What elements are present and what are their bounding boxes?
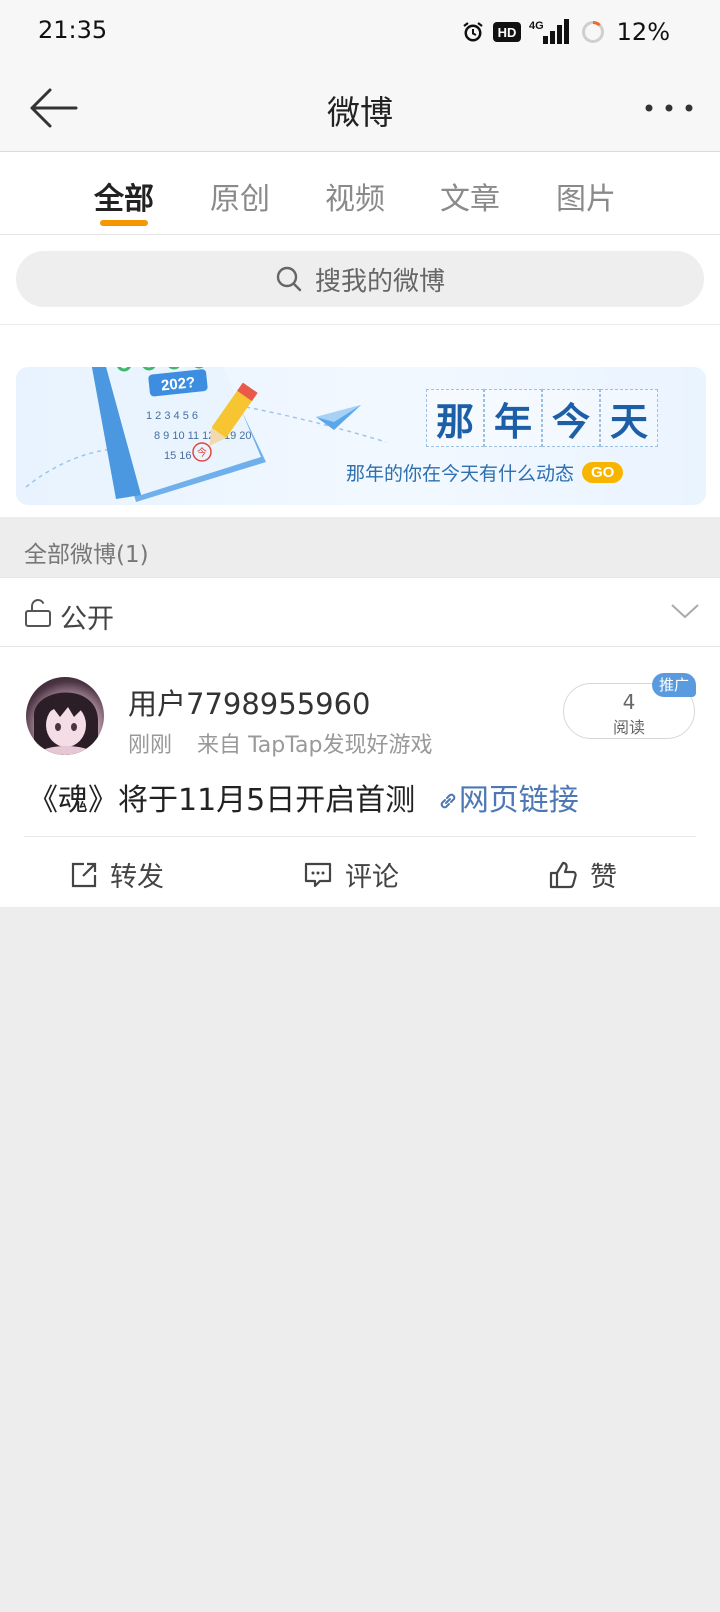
unlock-icon (25, 599, 51, 627)
svg-text:今: 今 (197, 446, 207, 459)
like-label: 赞 (590, 862, 617, 893)
search-input[interactable]: 搜我的微博 (16, 251, 704, 307)
like-button[interactable]: 赞 (548, 855, 617, 894)
svg-text:HD: HD (497, 25, 516, 40)
post-text: 《魂》将于11月5日开启首测 网页链接 (28, 775, 579, 819)
more-button[interactable] (644, 100, 694, 116)
link-icon (440, 793, 456, 809)
go-button[interactable]: GO (582, 462, 624, 483)
tab-image[interactable]: 图片 (536, 174, 636, 218)
tab-all[interactable]: 全部 (74, 174, 174, 218)
banner-section: 202? 1 2 3 4 5 6 8 9 10 11 12 15 16 19 2… (0, 325, 720, 517)
search-placeholder: 搜我的微博 (314, 266, 445, 297)
tab-indicator (100, 220, 148, 226)
svg-text:15 16: 15 16 (164, 450, 192, 462)
thumbs-up-icon (549, 861, 577, 888)
repost-button[interactable]: 转发 (70, 855, 164, 894)
tab-video[interactable]: 视频 (305, 174, 405, 218)
web-link[interactable]: 网页链接 (437, 783, 579, 818)
battery-ring-icon (581, 20, 605, 44)
svg-text:202?: 202? (160, 374, 196, 394)
post-username[interactable]: 用户7798955960 (128, 681, 371, 723)
chevron-down-icon (671, 604, 699, 619)
post-card[interactable]: 用户7798955960 刚刚 来自 TapTap发现好游戏 4 阅读 推广 《… (0, 647, 720, 907)
read-label: 阅读 (612, 718, 645, 737)
alarm-icon (461, 20, 485, 44)
avatar[interactable] (26, 677, 104, 755)
post-time: 刚刚 (128, 733, 173, 758)
svg-text:8 9 10 11 12: 8 9 10 11 12 (154, 430, 214, 442)
battery-text: 12% (616, 18, 670, 46)
tab-original[interactable]: 原创 (190, 174, 290, 218)
comment-button[interactable]: 评论 (303, 855, 399, 894)
more-dots-icon (645, 104, 693, 112)
tab-article[interactable]: 文章 (420, 174, 520, 218)
status-icons: HD 4G 12% (461, 14, 670, 50)
tab-bar: 全部 原创 视频 文章 图片 (0, 152, 720, 235)
section-header: 全部微博(1) (0, 517, 720, 577)
share-icon (71, 862, 97, 887)
banner-subtitle: 那年的你在今天有什么动态 GO (346, 459, 624, 486)
signal-icon: 4G (529, 18, 573, 46)
memory-banner[interactable]: 202? 1 2 3 4 5 6 8 9 10 11 12 15 16 19 2… (16, 367, 706, 505)
comment-icon (304, 862, 332, 887)
search-section: 搜我的微博 (0, 235, 720, 325)
section-title: 全部微博(1) (24, 542, 149, 568)
status-bar: 21:35 HD 4G 12% (0, 0, 720, 64)
link-label: 网页链接 (458, 783, 579, 818)
visibility-filter[interactable]: 公开 (0, 577, 720, 647)
svg-text:4G: 4G (529, 20, 544, 32)
page-title: 微博 (327, 93, 393, 132)
avatar-image (33, 692, 99, 755)
post-actions: 转发 评论 赞 (0, 837, 720, 907)
status-time: 21:35 (38, 16, 108, 44)
svg-text:1 2 3 4 5 6: 1 2 3 4 5 6 (146, 410, 198, 422)
post-body: 《魂》将于11月5日开启首测 (28, 783, 416, 818)
post-source[interactable]: 来自 TapTap发现好游戏 (197, 733, 432, 758)
promo-badge[interactable]: 推广 (652, 673, 697, 697)
repost-label: 转发 (110, 862, 164, 893)
search-icon (276, 266, 302, 292)
hd-icon: HD (492, 22, 521, 42)
comment-label: 评论 (345, 862, 399, 893)
banner-title: 那 年 今 天 (426, 389, 658, 447)
post-meta: 刚刚 来自 TapTap发现好游戏 (128, 727, 433, 759)
nav-bar: 微博 (0, 64, 720, 152)
filter-label: 公开 (60, 604, 114, 635)
